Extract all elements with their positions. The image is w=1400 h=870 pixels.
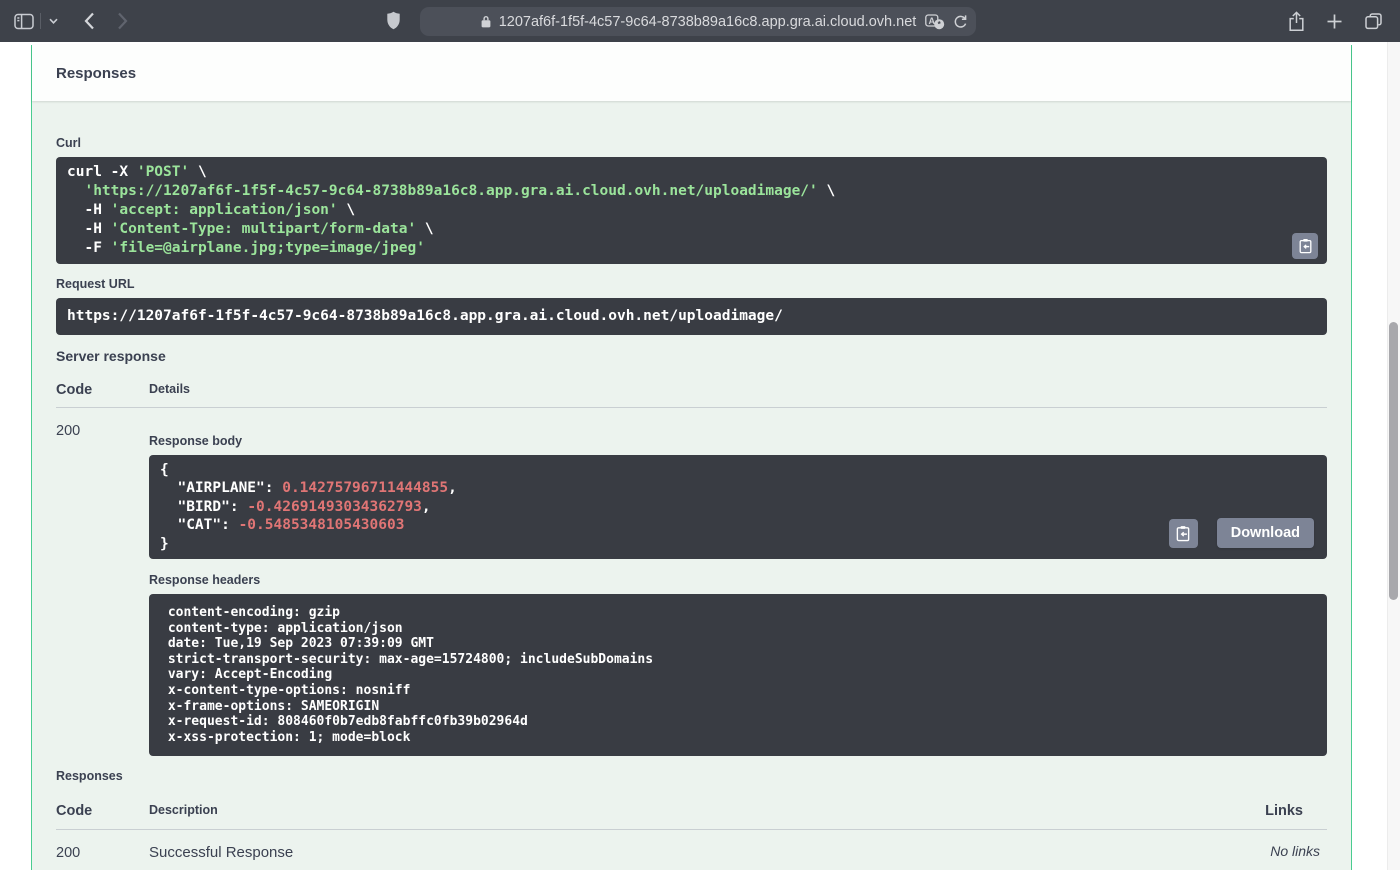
responses-table-header: Code Description Links: [56, 803, 1327, 830]
translate-button[interactable]: A *: [925, 14, 945, 30]
responses-section-header: Responses: [32, 45, 1351, 101]
toolbar-divider: [40, 13, 41, 29]
share-icon: [1288, 11, 1305, 32]
screen: 1207af6f-1f5f-4c57-9c64-8738b89a16c8.app…: [0, 0, 1400, 870]
scrollbar-track[interactable]: [1387, 42, 1400, 870]
clipboard-copy-icon: [1175, 525, 1191, 542]
response-headers-code: content-encoding: gzip content-type: app…: [149, 594, 1327, 756]
sidebar-dropdown-button[interactable]: [49, 18, 58, 24]
toolbar-left-group: [14, 0, 128, 42]
response-code: 200: [56, 830, 149, 861]
curl-block: curl -X 'POST' \ 'https://1207af6f-1f5f-…: [56, 157, 1327, 264]
urlbar-actions: A *: [925, 7, 968, 36]
response-headers-label: Response headers: [149, 573, 1327, 588]
server-response-label: Server response: [56, 348, 1327, 365]
back-button[interactable]: [84, 12, 95, 30]
response-body-block: { "AIRPLANE": 0.14275796711444855, "BIRD…: [149, 455, 1327, 559]
scrollbar-thumb[interactable]: [1389, 322, 1398, 600]
url-text: 1207af6f-1f5f-4c57-9c64-8738b89a16c8.app…: [499, 14, 917, 30]
response-description: Successful Response: [149, 830, 1197, 861]
server-response-table-header: Code Details: [56, 382, 1327, 408]
forward-button[interactable]: [117, 12, 128, 30]
shield-icon: [386, 11, 401, 31]
privacy-shield-button[interactable]: [386, 11, 401, 31]
share-button[interactable]: [1288, 11, 1305, 32]
code-column-header: Code: [56, 803, 149, 819]
download-button[interactable]: Download: [1217, 518, 1314, 548]
links-column-header: Links: [1197, 803, 1327, 819]
sidebar-toggle-button[interactable]: [14, 13, 34, 30]
reload-icon: [953, 14, 968, 30]
operation-body: Curl curl -X 'POST' \ 'https://1207af6f-…: [32, 136, 1351, 861]
responses-documentation-label: Responses: [56, 769, 1327, 784]
url-bar[interactable]: 1207af6f-1f5f-4c57-9c64-8738b89a16c8.app…: [420, 7, 976, 36]
tabs-icon: [1364, 12, 1383, 31]
new-tab-button[interactable]: [1326, 13, 1343, 30]
status-code: 200: [56, 408, 149, 756]
response-details-cell: Response body { "AIRPLANE": 0.1427579671…: [149, 408, 1327, 756]
translate-icon: A *: [925, 14, 945, 30]
response-body-code: { "AIRPLANE": 0.14275796711444855, "BIRD…: [149, 455, 1327, 559]
copy-curl-button[interactable]: [1292, 233, 1318, 259]
plus-icon: [1326, 13, 1343, 30]
server-response-row: 200 Response body { "AIRPLANE": 0.142757…: [56, 408, 1327, 756]
chevron-left-icon: [84, 12, 95, 30]
responses-section-title: Responses: [56, 65, 136, 82]
response-links: No links: [1197, 830, 1327, 861]
response-body-label: Response body: [149, 434, 1327, 449]
chevron-right-icon: [117, 12, 128, 30]
request-url-value: https://1207af6f-1f5f-4c57-9c64-8738b89a…: [56, 298, 1327, 335]
toolbar-right-group: [1288, 0, 1383, 42]
reload-button[interactable]: [953, 14, 968, 30]
lock-icon: [480, 14, 492, 29]
browser-toolbar: 1207af6f-1f5f-4c57-9c64-8738b89a16c8.app…: [0, 0, 1400, 42]
curl-label: Curl: [56, 136, 1327, 151]
details-column-header: Details: [149, 382, 1327, 398]
response-body-actions: Download: [1169, 518, 1314, 548]
description-column-header: Description: [149, 803, 1197, 819]
copy-response-button[interactable]: [1169, 519, 1198, 548]
code-column-header: Code: [56, 382, 149, 398]
responses-table-row: 200 Successful Response No links: [56, 830, 1327, 861]
tab-overview-button[interactable]: [1364, 12, 1383, 31]
curl-code: curl -X 'POST' \ 'https://1207af6f-1f5f-…: [56, 157, 1327, 264]
chevron-down-icon: [49, 18, 58, 24]
request-url-label: Request URL: [56, 277, 1327, 292]
sidebar-icon: [14, 13, 34, 30]
page-content: Responses Curl curl -X 'POST' \ 'https:/…: [0, 42, 1400, 870]
clipboard-copy-icon: [1298, 238, 1313, 254]
operation-block: Responses Curl curl -X 'POST' \ 'https:/…: [31, 45, 1352, 870]
